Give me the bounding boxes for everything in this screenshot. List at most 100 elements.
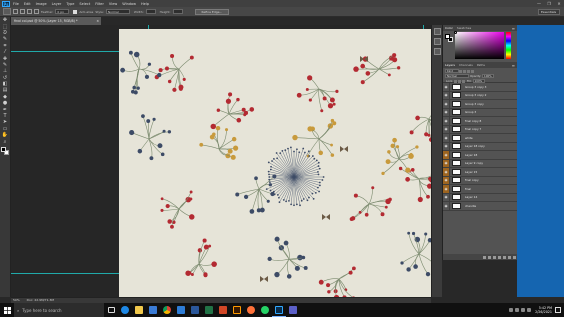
- tab-layers[interactable]: Layers: [445, 63, 455, 67]
- color-swatches[interactable]: [0, 146, 10, 157]
- hue-slider[interactable]: [506, 32, 511, 59]
- mail-icon[interactable]: [174, 303, 188, 317]
- zoom-readout[interactable]: 50%: [13, 298, 20, 302]
- firefox-icon[interactable]: [244, 303, 258, 317]
- layers-menu-icon[interactable]: ≡: [512, 63, 515, 68]
- new-layer-icon[interactable]: [508, 255, 511, 259]
- add-mask-icon[interactable]: [493, 255, 496, 259]
- document-canvas[interactable]: [119, 29, 431, 297]
- volume-icon[interactable]: [521, 308, 526, 312]
- menu-layer[interactable]: Layer: [52, 2, 62, 6]
- layer-row[interactable]: ◉ Layer 18 copy: [443, 142, 517, 151]
- layer-row[interactable]: ◉ Group 3 copy 3: [443, 83, 517, 92]
- layer-row[interactable]: ◉ Group 3 copy: [443, 100, 517, 109]
- height-input[interactable]: [172, 9, 183, 14]
- file-explorer-icon[interactable]: [132, 303, 146, 317]
- new-selection-icon[interactable]: [13, 9, 18, 14]
- tab-swatches[interactable]: Swatches: [457, 26, 471, 30]
- feather-input[interactable]: 0 px: [55, 9, 70, 14]
- word-icon[interactable]: [188, 303, 202, 317]
- visibility-eye-icon[interactable]: ◉: [443, 125, 450, 133]
- blend-mode-select[interactable]: Normal: [445, 74, 469, 79]
- new-group-icon[interactable]: [503, 255, 506, 259]
- menu-select[interactable]: Select: [79, 2, 90, 6]
- tab-color[interactable]: Color: [445, 26, 453, 30]
- whatsapp-icon[interactable]: [258, 303, 272, 317]
- style-select[interactable]: Normal: [105, 9, 130, 14]
- intersect-selection-icon[interactable]: [34, 9, 39, 14]
- layer-row[interactable]: ◉ final: [443, 185, 517, 194]
- edge-icon[interactable]: [118, 303, 132, 317]
- add-selection-icon[interactable]: [20, 9, 25, 14]
- battery-icon[interactable]: [527, 308, 532, 312]
- layer-row[interactable]: ◉ Layer 14: [443, 193, 517, 202]
- visibility-eye-icon[interactable]: ◉: [443, 176, 450, 184]
- menu-edit[interactable]: Edit: [24, 2, 31, 6]
- workspace-select[interactable]: Essentials: [538, 9, 560, 15]
- layer-row[interactable]: ◉ final copy 8: [443, 117, 517, 126]
- menu-help[interactable]: Help: [141, 2, 149, 6]
- visibility-eye-icon[interactable]: ◉: [443, 202, 450, 210]
- store-icon[interactable]: [146, 303, 160, 317]
- antialias-checkbox[interactable]: [73, 9, 78, 14]
- refine-edge-button[interactable]: Refine Edge...: [194, 8, 230, 15]
- visibility-eye-icon[interactable]: ◉: [443, 168, 450, 176]
- layer-row[interactable]: ◉ Group 3: [443, 108, 517, 117]
- foreground-color-swatch[interactable]: [0, 146, 6, 152]
- powerpoint-icon[interactable]: [216, 303, 230, 317]
- visibility-eye-icon[interactable]: ◉: [443, 91, 450, 99]
- menu-window[interactable]: Window: [122, 2, 136, 6]
- visibility-eye-icon[interactable]: ◉: [443, 142, 450, 150]
- filter-type-icon[interactable]: [467, 69, 470, 73]
- layer-row[interactable]: ◉ white: [443, 134, 517, 143]
- layer-row[interactable]: ◉ Layer 9 copy: [443, 159, 517, 168]
- zoom-tool-icon[interactable]: ⌕: [1, 138, 10, 145]
- menu-file[interactable]: File: [13, 2, 19, 6]
- color-picker-ring[interactable]: [454, 31, 457, 34]
- menu-type[interactable]: Type: [66, 2, 74, 6]
- visibility-eye-icon[interactable]: ◉: [443, 100, 450, 108]
- visibility-eye-icon[interactable]: ◉: [443, 159, 450, 167]
- teams-icon[interactable]: [286, 303, 300, 317]
- clock[interactable]: 5:42 PM 2/26/2021: [535, 306, 552, 314]
- color-foreground-swatch[interactable]: [445, 34, 450, 39]
- tool-preset-icon[interactable]: [3, 8, 11, 15]
- visibility-eye-icon[interactable]: ◉: [443, 108, 450, 116]
- photoshop-taskbar-icon[interactable]: [272, 303, 286, 317]
- filter-shape-icon[interactable]: [471, 69, 474, 73]
- close-window-button[interactable]: ✕: [554, 0, 564, 7]
- properties-icon[interactable]: [433, 38, 441, 45]
- panel-menu-icon[interactable]: ≡: [512, 26, 515, 31]
- width-input[interactable]: [145, 9, 156, 14]
- notifications-icon[interactable]: [555, 307, 561, 313]
- filter-pixel-icon[interactable]: [459, 69, 462, 73]
- color-fg-bg[interactable]: [445, 34, 453, 42]
- visibility-eye-icon[interactable]: ◉: [443, 117, 450, 125]
- network-icon[interactable]: [515, 308, 520, 312]
- tab-channels[interactable]: Channels: [459, 63, 473, 67]
- visibility-eye-icon[interactable]: ◉: [443, 193, 450, 201]
- layer-row[interactable]: ◉ chandle: [443, 202, 517, 211]
- menu-view[interactable]: View: [109, 2, 117, 6]
- layer-row[interactable]: ◉ Group 3 copy 2: [443, 91, 517, 100]
- task-view-icon[interactable]: [104, 303, 118, 317]
- delete-layer-icon[interactable]: [513, 255, 516, 259]
- maximize-button[interactable]: ❐: [544, 0, 554, 7]
- start-button[interactable]: [0, 303, 14, 317]
- visibility-eye-icon[interactable]: ◉: [443, 185, 450, 193]
- excel-icon[interactable]: [202, 303, 216, 317]
- chrome-icon[interactable]: [160, 303, 174, 317]
- history-icon[interactable]: [433, 28, 441, 35]
- chevron-up-icon[interactable]: [509, 308, 514, 312]
- close-tab-icon[interactable]: ×: [96, 17, 99, 25]
- adjustments-icon[interactable]: [433, 48, 441, 55]
- menu-filter[interactable]: Filter: [95, 2, 104, 6]
- link-layers-icon[interactable]: [483, 255, 486, 259]
- layer-style-icon[interactable]: [488, 255, 491, 259]
- taskbar-search[interactable]: ⌕ Type here to search: [14, 303, 104, 317]
- filter-adjust-icon[interactable]: [463, 69, 466, 73]
- tab-paths[interactable]: Paths: [477, 63, 485, 67]
- visibility-eye-icon[interactable]: ◉: [443, 134, 450, 142]
- layer-row[interactable]: ◉ Layer 18: [443, 151, 517, 160]
- illustrator-icon[interactable]: [230, 303, 244, 317]
